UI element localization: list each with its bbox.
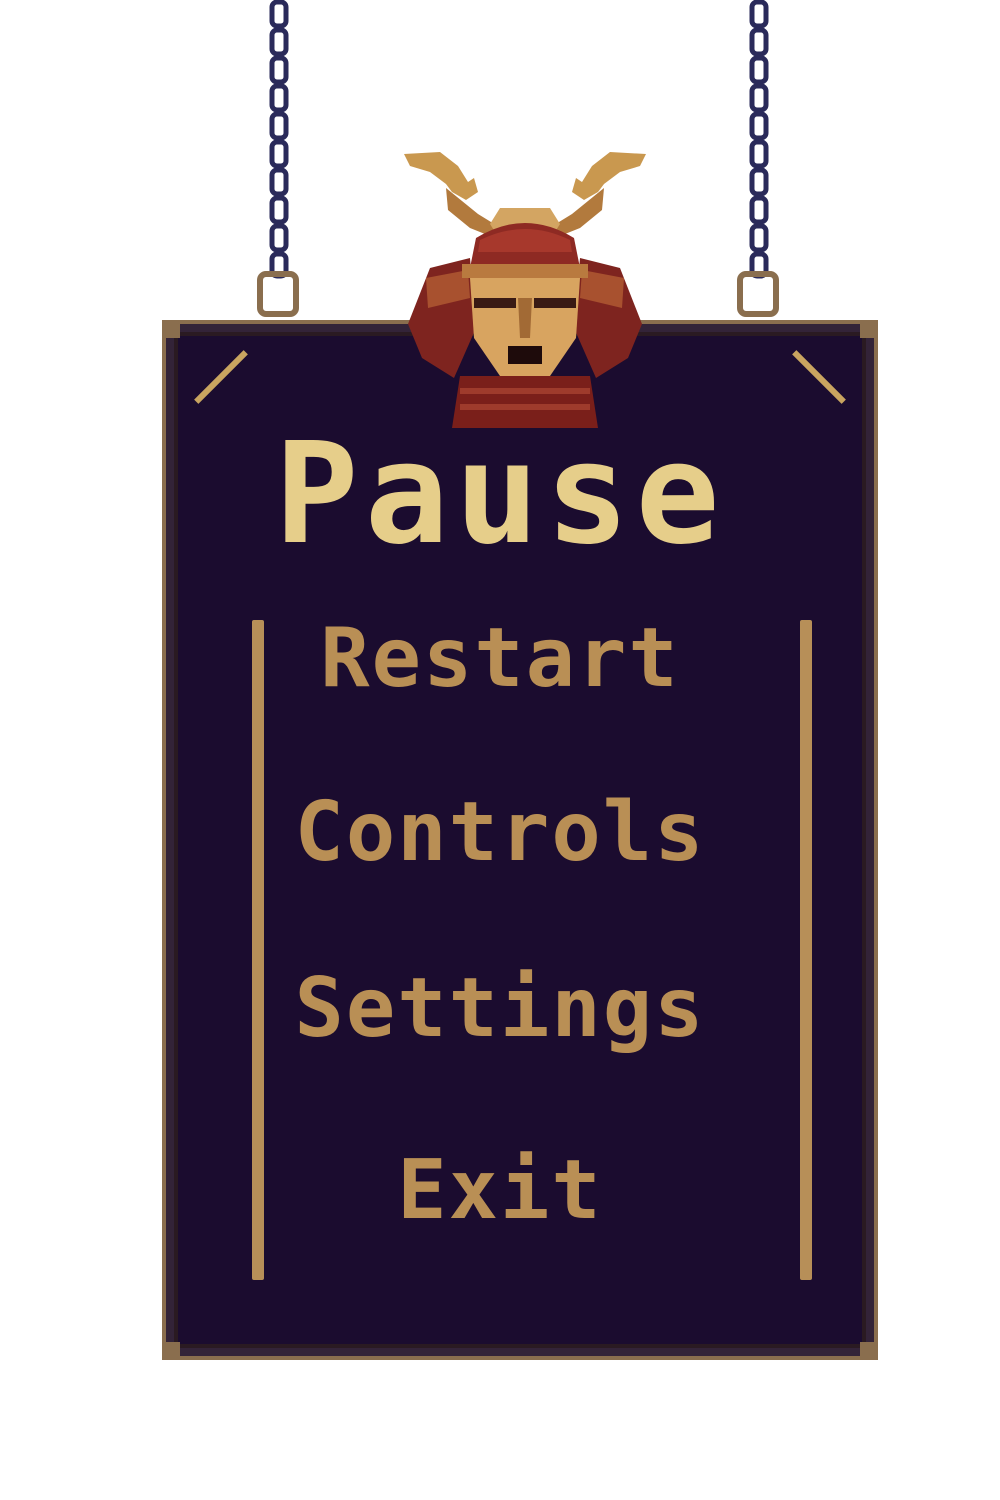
left-chain-icon (266, 0, 296, 280)
right-chain-icon (746, 0, 776, 280)
controls-button[interactable]: Controls (0, 788, 1000, 878)
left-hanger-icon (256, 268, 300, 324)
exit-button[interactable]: Exit (0, 1146, 1000, 1236)
restart-button[interactable]: Restart (0, 614, 1000, 704)
settings-button[interactable]: Settings (0, 964, 1000, 1054)
panel-corner-bottom-left (162, 1342, 180, 1360)
pause-title: Pause (274, 413, 726, 576)
right-hanger-icon (736, 268, 780, 324)
samurai-helmet-icon (400, 148, 650, 440)
panel-corner-top-left (162, 320, 180, 338)
panel-corner-bottom-right (860, 1342, 878, 1360)
panel-corner-top-right (860, 320, 878, 338)
